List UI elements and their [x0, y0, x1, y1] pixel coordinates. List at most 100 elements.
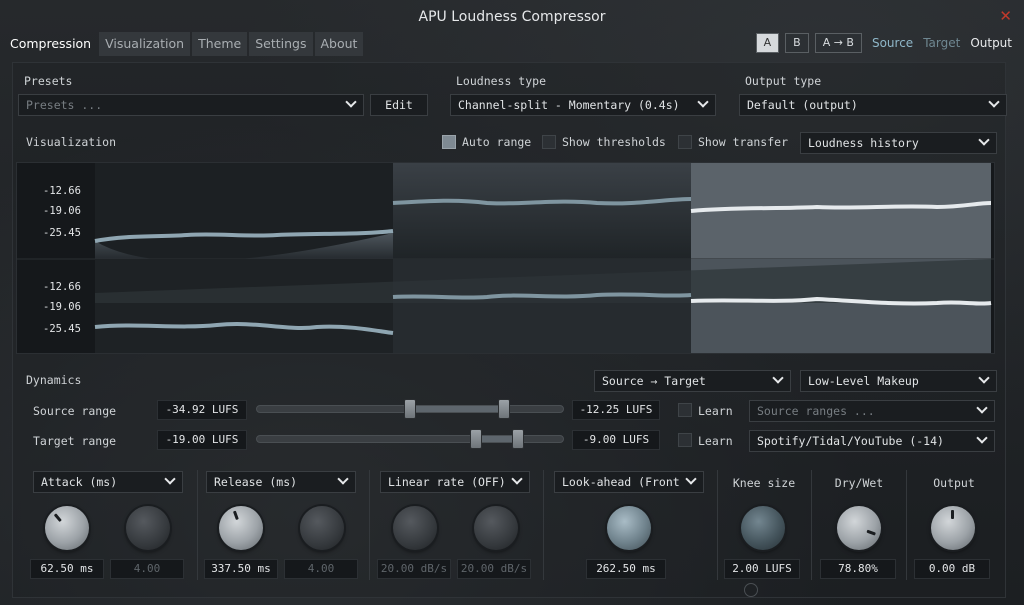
edit-presets-button[interactable]: Edit: [370, 94, 428, 116]
presets-dropdown[interactable]: Presets ...: [18, 94, 364, 116]
target-learn-label: Learn: [698, 434, 733, 448]
auto-range-label: Auto range: [462, 135, 532, 149]
release-secondary-value[interactable]: 4.00: [284, 559, 358, 579]
linear-rate-secondary-knob[interactable]: [474, 506, 518, 550]
tab-settings[interactable]: Settings: [249, 32, 313, 56]
state-a-button[interactable]: A: [755, 33, 780, 53]
resize-grip-icon[interactable]: [744, 583, 758, 597]
presets-label: Presets: [24, 74, 73, 88]
target-preset-value: Spotify/Tidal/YouTube (-14): [757, 434, 944, 448]
output-knob-indicator: [951, 510, 954, 519]
tick-bottom-3: -25.45: [43, 323, 81, 335]
chevron-down-icon: [697, 96, 709, 108]
source-range-high-handle[interactable]: [498, 399, 510, 419]
linear-rate-label: Linear rate (OFF): [388, 475, 506, 489]
top-section-mid: [393, 163, 691, 259]
loudness-history-plot: [17, 163, 994, 353]
top-section-bright: [691, 163, 991, 259]
target-range-low-handle[interactable]: [470, 429, 482, 449]
attack-secondary-value[interactable]: 4.00: [110, 559, 184, 579]
release-secondary-knob[interactable]: [300, 506, 344, 550]
knee-knob[interactable]: [741, 506, 785, 550]
source-ranges-dropdown[interactable]: Source ranges ...: [749, 400, 995, 422]
drywet-knob[interactable]: [837, 506, 881, 550]
chevron-down-icon: [978, 134, 990, 146]
lookahead-value[interactable]: 262.50 ms: [586, 559, 666, 579]
output-knob[interactable]: [931, 506, 975, 550]
source-range-low-handle[interactable]: [404, 399, 416, 419]
source-range-label: Source range: [33, 404, 117, 418]
chevron-down-icon: [337, 473, 349, 485]
attack-dropdown[interactable]: Attack (ms): [33, 471, 183, 493]
drywet-label: Dry/Wet: [834, 476, 884, 490]
source-learn-label: Learn: [698, 404, 733, 418]
attack-knob[interactable]: [45, 506, 89, 550]
chevron-down-icon: [978, 372, 990, 384]
attack-label: Attack (ms): [41, 475, 118, 489]
tab-visualization[interactable]: Visualization: [99, 32, 191, 56]
knee-value[interactable]: 2.00 LUFS: [724, 559, 800, 579]
output-value[interactable]: 0.00 dB: [914, 559, 990, 579]
linear-rate-dropdown[interactable]: Linear rate (OFF): [380, 471, 530, 493]
tab-about[interactable]: About: [314, 32, 364, 56]
makeup-dropdown[interactable]: Low-Level Makeup: [800, 370, 997, 392]
output-type-label: Output type: [745, 74, 822, 88]
show-thresholds-checkbox[interactable]: [542, 135, 556, 149]
dynamics-mode-value: Source → Target: [602, 374, 706, 388]
release-value[interactable]: 337.50 ms: [204, 559, 278, 579]
section-divider: [197, 470, 198, 580]
output-type-dropdown[interactable]: Default (output): [739, 94, 1007, 116]
show-thresholds-label: Show thresholds: [562, 135, 666, 149]
chevron-down-icon: [976, 432, 988, 444]
source-range-low-field[interactable]: -34.92 LUFS: [157, 400, 247, 420]
show-transfer-checkbox[interactable]: [678, 135, 692, 149]
release-knob[interactable]: [219, 506, 263, 550]
attack-secondary-knob[interactable]: [126, 506, 170, 550]
target-range-high-field[interactable]: -9.00 LUFS: [572, 430, 660, 450]
makeup-value: Low-Level Makeup: [808, 374, 919, 388]
release-knob-indicator: [232, 510, 239, 521]
release-dropdown[interactable]: Release (ms): [206, 471, 356, 493]
chevron-down-icon: [988, 96, 1000, 108]
target-range-low-field[interactable]: -19.00 LUFS: [157, 430, 247, 450]
linear-rate-knob[interactable]: [393, 506, 437, 550]
target-toggle[interactable]: Target: [923, 36, 960, 50]
tick-top-2: -19.06: [43, 205, 81, 217]
loudness-type-dropdown[interactable]: Channel-split - Momentary (0.4s): [450, 94, 716, 116]
source-learn-checkbox[interactable]: [678, 403, 692, 417]
target-learn-checkbox[interactable]: [678, 433, 692, 447]
target-range-label: Target range: [33, 434, 117, 448]
linear-rate-secondary-value[interactable]: 20.00 dB/s: [457, 559, 531, 579]
window-title: APU Loudness Compressor: [418, 9, 606, 25]
dynamics-mode-dropdown[interactable]: Source → Target: [594, 370, 791, 392]
show-transfer-label: Show transfer: [698, 135, 789, 149]
chevron-down-icon: [976, 402, 988, 414]
chevron-down-icon: [772, 372, 784, 384]
linear-rate-value[interactable]: 20.00 dB/s: [377, 559, 451, 579]
drywet-value[interactable]: 78.80%: [820, 559, 896, 579]
tab-theme[interactable]: Theme: [192, 32, 248, 56]
tab-bar: Compression Visualization Theme Settings…: [4, 32, 365, 56]
release-label: Release (ms): [214, 475, 298, 489]
chevron-down-icon: [345, 96, 357, 108]
target-range-high-handle[interactable]: [512, 429, 524, 449]
state-b-button[interactable]: B: [785, 33, 809, 53]
lookahead-knob[interactable]: [607, 506, 651, 550]
source-toggle[interactable]: Source: [872, 36, 913, 50]
knee-label: Knee size: [732, 476, 796, 490]
loudness-type-value: Channel-split - Momentary (0.4s): [458, 98, 680, 112]
output-toggle[interactable]: Output: [970, 36, 1012, 50]
loudness-type-label: Loudness type: [456, 74, 547, 88]
visualization-mode-dropdown[interactable]: Loudness history: [800, 132, 997, 154]
chevron-down-icon: [164, 473, 176, 485]
lookahead-dropdown[interactable]: Look-ahead (Front: [554, 471, 704, 493]
source-range-high-field[interactable]: -12.25 LUFS: [572, 400, 660, 420]
auto-range-checkbox[interactable]: [442, 135, 456, 149]
tab-compression[interactable]: Compression: [4, 32, 97, 56]
plugin-window: APU Loudness Compressor ✕ Compression Vi…: [0, 0, 1024, 605]
copy-a-to-b-button[interactable]: A → B: [814, 33, 862, 53]
section-divider: [369, 470, 370, 580]
close-icon[interactable]: ✕: [999, 6, 1012, 26]
attack-value[interactable]: 62.50 ms: [30, 559, 104, 579]
target-preset-dropdown[interactable]: Spotify/Tidal/YouTube (-14): [749, 430, 995, 452]
